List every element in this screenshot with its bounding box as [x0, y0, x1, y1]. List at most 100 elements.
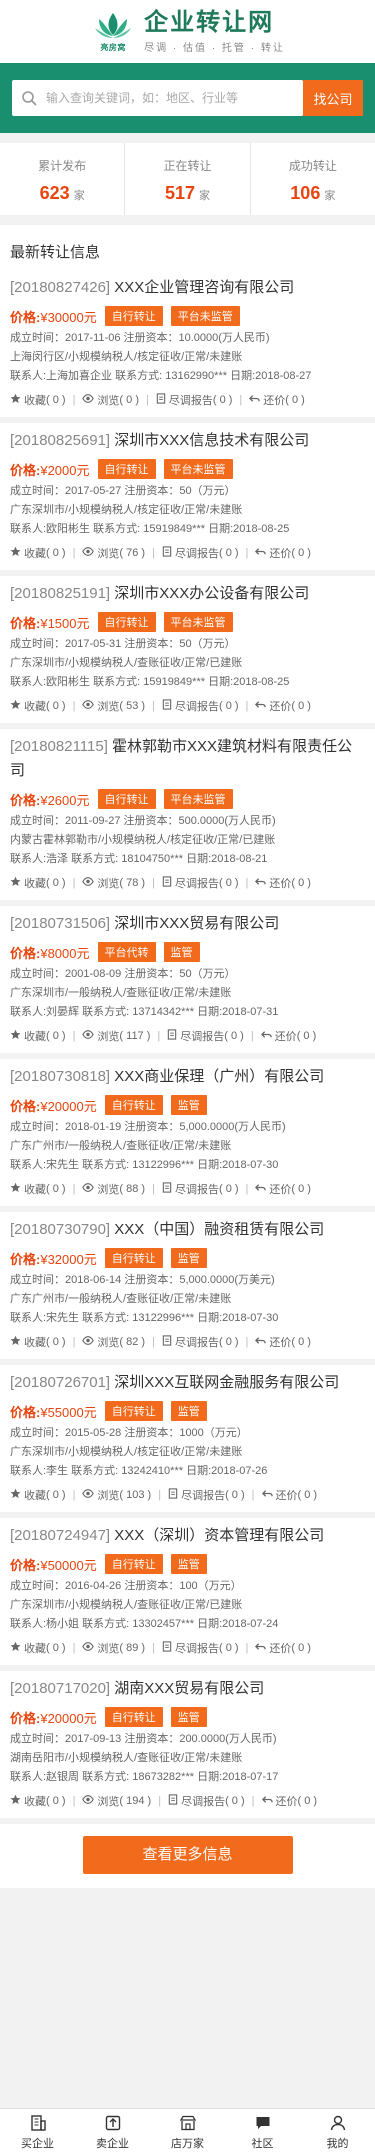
shop-icon	[179, 2115, 196, 2131]
listing-item[interactable]: [20180730790] XXX（中国）融资租赁有限公司 价格: ¥32000…	[0, 1212, 375, 1365]
collect-button[interactable]: 收藏( 0 )	[10, 875, 66, 891]
view-label: 浏览	[97, 1031, 120, 1043]
transfer-tag: 监管	[170, 1707, 207, 1727]
listing-title[interactable]: [20180724947] XXX（深圳）资本管理有限公司	[10, 1524, 365, 1548]
bargain-button[interactable]: 还价( 0 )	[255, 1334, 311, 1350]
bargain-button[interactable]: 还价( 0 )	[255, 698, 311, 714]
listing-item[interactable]: [20180730818] XXX商业保理（广州）有限公司 价格: ¥20000…	[0, 1059, 375, 1212]
listing-tax-info: 湖南岳阳市/小规模纳税人/查账征收/正常/未建账	[10, 1752, 243, 1764]
star-icon	[10, 699, 24, 713]
listing-title[interactable]: [20180825691] 深圳市XXX信息技术有限公司	[10, 429, 365, 453]
star-icon	[10, 1029, 24, 1043]
listing-title[interactable]: [20180726701] 深圳XXX互联网金融服务有限公司	[10, 1371, 365, 1395]
listing-item[interactable]: [20180821115] 霍林郭勒市XXX建筑材料有限责任公司 价格: ¥26…	[0, 729, 375, 906]
nav-shop[interactable]: 店万家	[150, 2109, 225, 2156]
report-button[interactable]: 尽调报告( 0 )	[162, 1640, 239, 1656]
listing-title[interactable]: [20180821115] 霍林郭勒市XXX建筑材料有限责任公司	[10, 735, 365, 783]
collect-button[interactable]: 收藏( 0 )	[10, 1181, 66, 1197]
transfer-tag: 自行转让	[104, 1707, 163, 1727]
bargain-button[interactable]: 还价( 0 )	[249, 392, 305, 408]
listing-item[interactable]: [20180827426] XXX企业管理咨询有限公司 价格: ¥30000元 …	[0, 270, 375, 423]
view-label: 浏览	[97, 548, 120, 560]
listing-title[interactable]: [20180825191] 深圳市XXX办公设备有限公司	[10, 582, 365, 606]
report-button[interactable]: 尽调报告( 0 )	[162, 698, 239, 714]
report-button[interactable]: 尽调报告( 0 )	[162, 1181, 239, 1197]
nav-profile[interactable]: 我的	[300, 2109, 375, 2156]
report-count: ( 0 )	[218, 1183, 239, 1195]
collect-button[interactable]: 收藏( 0 )	[10, 1028, 66, 1044]
search-button[interactable]: 找公司	[303, 80, 363, 116]
listing-tax-info: 广东深圳市/一般纳税人/查账征收/正常/未建账	[10, 987, 232, 999]
star-icon	[10, 1182, 24, 1196]
report-button[interactable]: 尽调报告( 0 )	[168, 1793, 245, 1809]
collect-button[interactable]: 收藏( 0 )	[10, 1334, 66, 1350]
bargain-button[interactable]: 还价( 0 )	[255, 875, 311, 891]
collect-count: ( 0 )	[46, 547, 66, 559]
eye-icon	[82, 876, 97, 890]
nav-community[interactable]: 社区	[225, 2109, 300, 2156]
reply-icon	[261, 1488, 276, 1502]
listing-company-name: 深圳市XXX贸易有限公司	[114, 915, 280, 932]
collect-label: 收藏	[24, 1643, 46, 1655]
reply-icon	[255, 1182, 269, 1196]
listing-title[interactable]: [20180731506] 深圳市XXX贸易有限公司	[10, 912, 365, 936]
view-count: 浏览( 89 )	[82, 1640, 145, 1656]
price-value: ¥32000元	[40, 1251, 97, 1267]
star-icon	[10, 876, 24, 890]
search-input[interactable]	[46, 80, 303, 116]
listing-item[interactable]: [20180726701] 深圳XXX互联网金融服务有限公司 价格: ¥5500…	[0, 1365, 375, 1518]
report-button[interactable]: 尽调报告( 0 )	[156, 392, 232, 408]
bargain-button[interactable]: 还价( 0 )	[260, 1028, 316, 1044]
bargain-button[interactable]: 还价( 0 )	[255, 1181, 311, 1197]
report-button[interactable]: 尽调报告( 0 )	[162, 545, 239, 561]
bargain-button[interactable]: 还价( 0 )	[261, 1487, 317, 1503]
site-title: 企业转让网	[144, 9, 275, 36]
bargain-button[interactable]: 还价( 0 )	[255, 1640, 311, 1656]
report-count: ( 0 )	[218, 877, 239, 889]
listing-title[interactable]: [20180730790] XXX（中国）融资租赁有限公司	[10, 1218, 365, 1242]
collect-label: 收藏	[24, 1337, 46, 1349]
view-count: 浏览( 194 )	[82, 1793, 151, 1809]
price-value: ¥55000元	[40, 1404, 97, 1420]
listing-contact: 联系人:浩泽 联系方式: 18104750*** 日期:2018-08-21	[10, 853, 268, 865]
view-label: 浏览	[97, 395, 120, 407]
listing-title[interactable]: [20180827426] XXX企业管理咨询有限公司	[10, 276, 365, 300]
collect-button[interactable]: 收藏( 0 )	[10, 1487, 66, 1503]
collect-button[interactable]: 收藏( 0 )	[10, 1793, 66, 1809]
bargain-button[interactable]: 还价( 0 )	[255, 545, 311, 561]
bargain-button[interactable]: 还价( 0 )	[261, 1793, 317, 1809]
listing-item[interactable]: [20180724947] XXX（深圳）资本管理有限公司 价格: ¥50000…	[0, 1518, 375, 1671]
transfer-tag: 自行转让	[104, 306, 163, 326]
listing-item[interactable]: [20180825691] 深圳市XXX信息技术有限公司 价格: ¥2000元 …	[0, 423, 375, 576]
listing-item[interactable]: [20180717020] 湖南XXX贸易有限公司 价格: ¥20000元 自行…	[0, 1671, 375, 1824]
user-icon	[330, 2115, 345, 2131]
nav-sell[interactable]: 卖企业	[75, 2109, 150, 2156]
view-count-value: ( 103 )	[119, 1489, 152, 1501]
collect-button[interactable]: 收藏( 0 )	[10, 545, 66, 561]
nav-buy[interactable]: 买企业	[0, 2109, 75, 2156]
report-button[interactable]: 尽调报告( 0 )	[162, 1334, 239, 1350]
listing-tax-info: 内蒙古霍林郭勒市/小规模纳税人/核定征收/正常/已建账	[10, 834, 276, 846]
listing-item[interactable]: [20180825191] 深圳市XXX办公设备有限公司 价格: ¥1500元 …	[0, 576, 375, 729]
eye-icon	[82, 1794, 97, 1808]
bargain-label: 还价	[269, 1337, 292, 1349]
listing-item[interactable]: [20180731506] 深圳市XXX贸易有限公司 价格: ¥8000元 平台…	[0, 906, 375, 1059]
report-button[interactable]: 尽调报告( 0 )	[167, 1028, 244, 1044]
report-count: ( 0 )	[225, 1795, 245, 1807]
collect-label: 收藏	[24, 395, 46, 407]
report-button[interactable]: 尽调报告( 0 )	[168, 1487, 245, 1503]
collect-button[interactable]: 收藏( 0 )	[10, 1640, 66, 1656]
chat-icon	[256, 2117, 269, 2129]
nav-label: 我的	[326, 2138, 349, 2150]
price-value: ¥20000元	[40, 1098, 97, 1114]
report-button[interactable]: 尽调报告( 0 )	[162, 875, 239, 891]
collect-button[interactable]: 收藏( 0 )	[10, 392, 66, 408]
logo[interactable]: 亮房窝	[90, 7, 136, 57]
listing-title[interactable]: [20180730818] XXX商业保理（广州）有限公司	[10, 1065, 365, 1089]
listing-founded-capital: 成立时间：2018-01-19 注册资本：5,000.0000(万人民币)	[10, 1121, 286, 1133]
view-more-button[interactable]: 查看更多信息	[82, 1836, 293, 1874]
document-icon	[156, 393, 169, 407]
listing-title[interactable]: [20180717020] 湖南XXX贸易有限公司	[10, 1677, 365, 1701]
price-label: 价格:	[10, 615, 41, 631]
collect-button[interactable]: 收藏( 0 )	[10, 698, 66, 714]
